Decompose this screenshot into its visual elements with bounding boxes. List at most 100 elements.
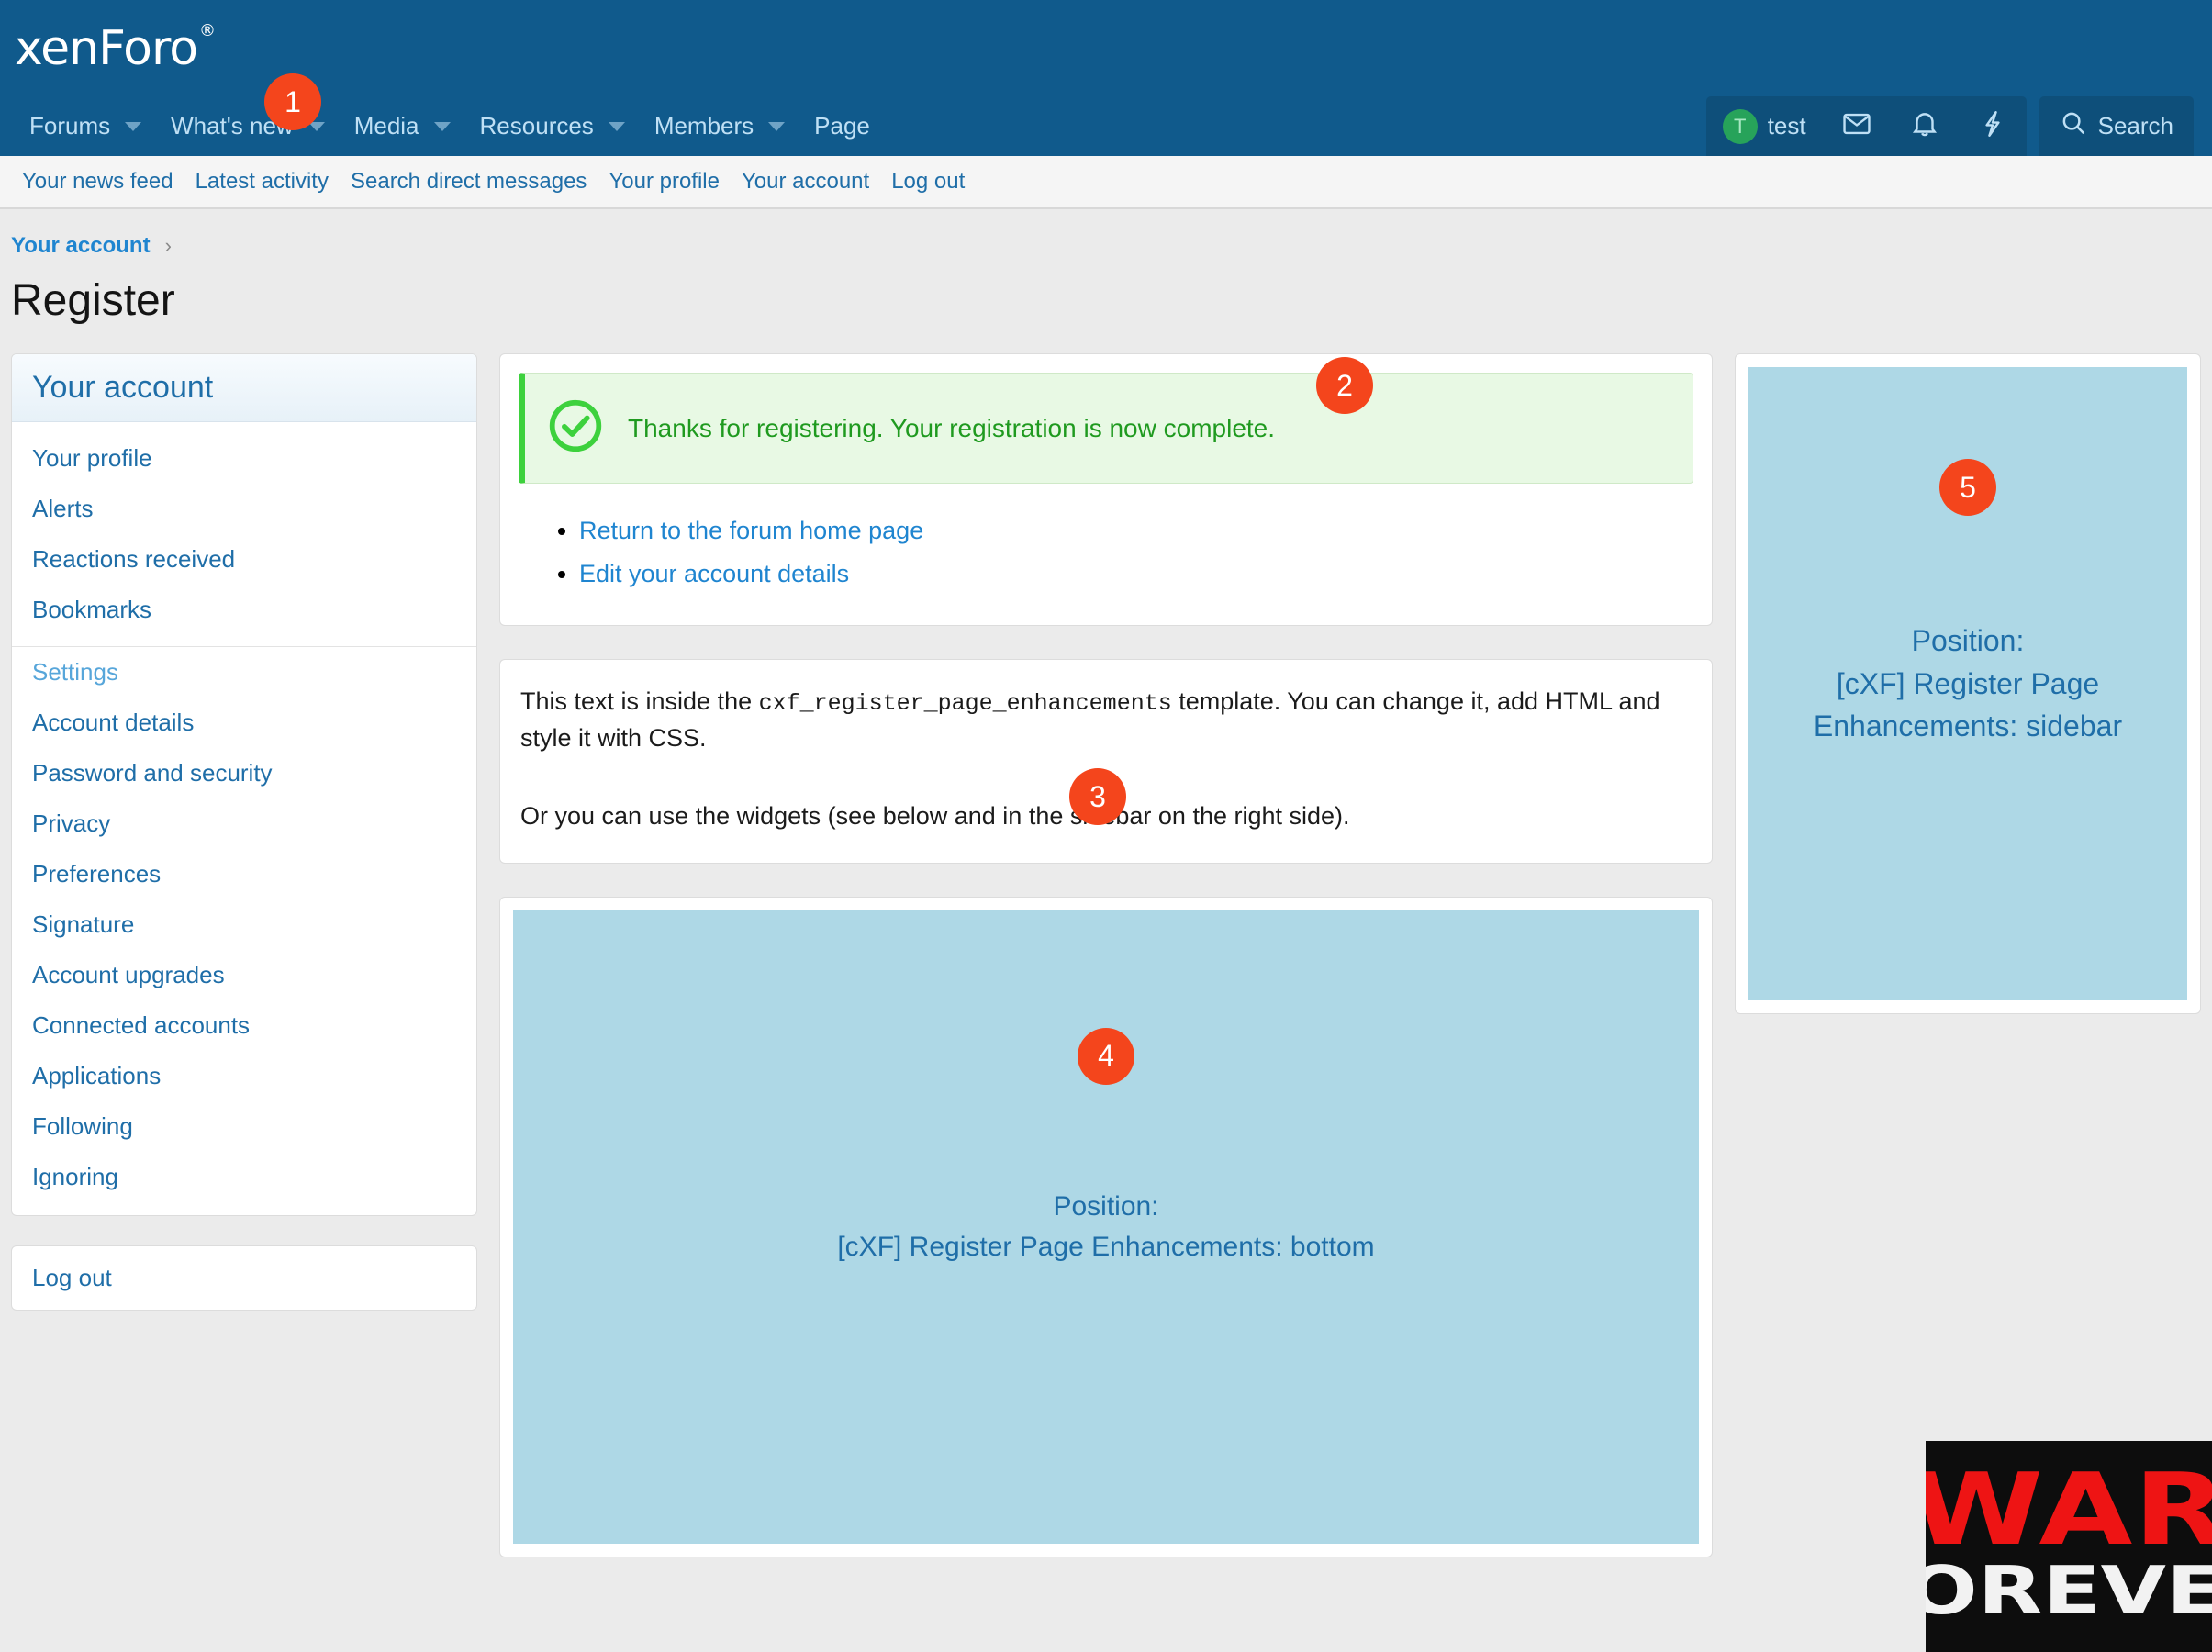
account-menu-header: Your account: [12, 354, 476, 422]
registered-mark-icon: ®: [199, 21, 216, 41]
nav-item-media[interactable]: Media: [340, 96, 465, 156]
nav-item-label: Forums: [29, 112, 111, 140]
sidebar-item-bookmarks[interactable]: Bookmarks: [12, 585, 476, 635]
main-navigation-right: T test Search: [1705, 96, 2212, 156]
sidebar-item-label[interactable]: Connected accounts: [12, 1000, 476, 1051]
sidebar-item-password-and-security[interactable]: Password and security: [12, 748, 476, 798]
quick-actions-button[interactable]: [1959, 96, 2027, 156]
breadcrumb-item-your-account[interactable]: Your account: [11, 233, 151, 259]
sidebar-item-connected-accounts[interactable]: Connected accounts: [12, 1000, 476, 1051]
subnav-item-latest-activity[interactable]: Latest activity: [184, 169, 340, 195]
chevron-down-icon[interactable]: [768, 121, 786, 131]
visitor-menu[interactable]: T test: [1706, 96, 1823, 156]
subnav-item-your-account[interactable]: Your account: [731, 169, 880, 195]
nav-item-page[interactable]: Page: [799, 96, 885, 156]
avatar: T: [1722, 108, 1758, 144]
chevron-right-icon: ›: [164, 234, 172, 257]
page-layout: Your account Your profile Alerts Reactio…: [0, 73, 2212, 1557]
sidebar-item-following[interactable]: Following: [12, 1101, 476, 1152]
sidebar-item-label[interactable]: Your profile: [12, 433, 476, 484]
sidebar-item-privacy[interactable]: Privacy: [12, 798, 476, 849]
search-icon: [2060, 109, 2098, 143]
main-content: Thanks for registering. Your registratio…: [499, 353, 1713, 1557]
subnav-item-your-profile[interactable]: Your profile: [598, 169, 731, 195]
sidebar-item-label[interactable]: Applications: [12, 1051, 476, 1101]
subnav-item-your-news-feed[interactable]: Your news feed: [11, 169, 184, 195]
step-badge-3: 3: [1069, 768, 1126, 825]
list-item[interactable]: Return to the forum home page: [579, 517, 1693, 545]
sidebar-item-your-profile[interactable]: Your profile: [12, 433, 476, 484]
sidebar-item-label[interactable]: Reactions received: [12, 534, 476, 585]
widget-bottom-position-name: [cXF] Register Page Enhancements: bottom: [837, 1231, 1375, 1262]
sidebar-item-label[interactable]: Bookmarks: [12, 585, 476, 635]
envelope-icon: [1841, 108, 1872, 144]
page-root: xenForo ® Forums What's new Media Resourc…: [0, 0, 2212, 1652]
template-name-code: cxf_register_page_enhancements: [758, 690, 1172, 717]
step-badge-1: 1: [264, 73, 321, 130]
secondary-navigation: Your news feed Latest activity Search di…: [0, 156, 2212, 209]
nav-item-resources[interactable]: Resources: [465, 96, 640, 156]
visitor-username: test: [1767, 112, 1806, 140]
sidebar-item-label[interactable]: Ignoring: [12, 1152, 476, 1202]
main-navigation-items: Forums What's new Media Resources Member…: [0, 96, 885, 156]
chevron-down-icon[interactable]: [125, 121, 142, 131]
site-logo[interactable]: xenForo ®: [15, 20, 216, 76]
nav-item-label: Resources: [479, 112, 594, 140]
sidebar-item-label[interactable]: Alerts: [12, 484, 476, 534]
template-text-panel: This text is inside the cxf_register_pag…: [499, 659, 1713, 864]
sidebar-item-account-upgrades[interactable]: Account upgrades: [12, 950, 476, 1000]
sidebar-item-label[interactable]: Account details: [12, 698, 476, 748]
success-alert: Thanks for registering. Your registratio…: [519, 357, 1693, 484]
sidebar-group-settings: Settings: [12, 646, 476, 698]
subnav-item-search-direct-messages[interactable]: Search direct messages: [340, 169, 598, 195]
sidebar-item-label[interactable]: Preferences: [12, 849, 476, 899]
war-forever-banner[interactable]: WAR FOREVER: [1926, 1441, 2212, 1652]
nav-item-label: Page: [814, 112, 870, 140]
subnav-item-log-out[interactable]: Log out: [880, 169, 976, 195]
sidebar-item-label[interactable]: Account upgrades: [12, 950, 476, 1000]
nav-item-forums[interactable]: Forums: [15, 96, 156, 156]
widget-sidebar-placeholder: 5 Position: [cXF] Register Page Enhancem…: [1748, 367, 2187, 1000]
page-title: Register: [11, 276, 175, 325]
sidebar-item-ignoring[interactable]: Ignoring: [12, 1152, 476, 1202]
chevron-down-icon[interactable]: [433, 121, 451, 131]
sidebar-item-log-out[interactable]: Log out: [12, 1246, 476, 1310]
step-badge-5: 5: [1939, 459, 1996, 516]
widget-bottom-block: 4 Position: [cXF] Register Page Enhancem…: [499, 896, 1713, 1557]
link-return-to-forum-home[interactable]: Return to the forum home page: [579, 517, 923, 544]
search-button[interactable]: Search: [2039, 96, 2194, 156]
sidebar-item-label[interactable]: Privacy: [12, 798, 476, 849]
widget-sidebar: 5 Position: [cXF] Register Page Enhancem…: [1735, 353, 2201, 1014]
site-logo-text: xenForo: [15, 20, 198, 76]
widget-sidebar-block: 5 Position: [cXF] Register Page Enhancem…: [1735, 353, 2201, 1014]
main-navigation: Forums What's new Media Resources Member…: [0, 96, 2212, 156]
account-menu-block: Your account Your profile Alerts Reactio…: [11, 353, 477, 1216]
bell-icon: [1909, 108, 1940, 144]
template-text-part-1: This text is inside the: [520, 687, 759, 715]
sidebar-item-signature[interactable]: Signature: [12, 899, 476, 950]
account-sidebar: Your account Your profile Alerts Reactio…: [11, 73, 477, 1311]
sidebar-item-preferences[interactable]: Preferences: [12, 849, 476, 899]
bolt-icon: [1977, 108, 2008, 144]
widget-bottom-position-label: Position:: [1053, 1191, 1159, 1222]
chevron-down-icon[interactable]: [608, 121, 625, 131]
sidebar-item-label[interactable]: Signature: [12, 899, 476, 950]
banner-line-forever: FOREVER: [1926, 1552, 2212, 1630]
nav-item-members[interactable]: Members: [640, 96, 799, 156]
registration-result-panel: Thanks for registering. Your registratio…: [499, 353, 1713, 626]
check-circle-icon: [545, 396, 606, 461]
link-edit-account-details[interactable]: Edit your account details: [579, 560, 849, 587]
sidebar-item-label[interactable]: Following: [12, 1101, 476, 1152]
step-badge-2: 2: [1316, 357, 1373, 414]
search-label: Search: [2097, 112, 2173, 140]
sidebar-item-reactions-received[interactable]: Reactions received: [12, 534, 476, 585]
sidebar-item-applications[interactable]: Applications: [12, 1051, 476, 1101]
widget-bottom-placeholder: 4 Position: [cXF] Register Page Enhancem…: [513, 910, 1699, 1544]
direct-messages-button[interactable]: [1823, 96, 1891, 156]
list-item[interactable]: Edit your account details: [579, 560, 1693, 588]
sidebar-item-account-details[interactable]: Account details: [12, 698, 476, 748]
alerts-button[interactable]: [1891, 96, 1959, 156]
logout-block: Log out: [11, 1245, 477, 1311]
sidebar-item-alerts[interactable]: Alerts: [12, 484, 476, 534]
sidebar-item-label[interactable]: Password and security: [12, 748, 476, 798]
